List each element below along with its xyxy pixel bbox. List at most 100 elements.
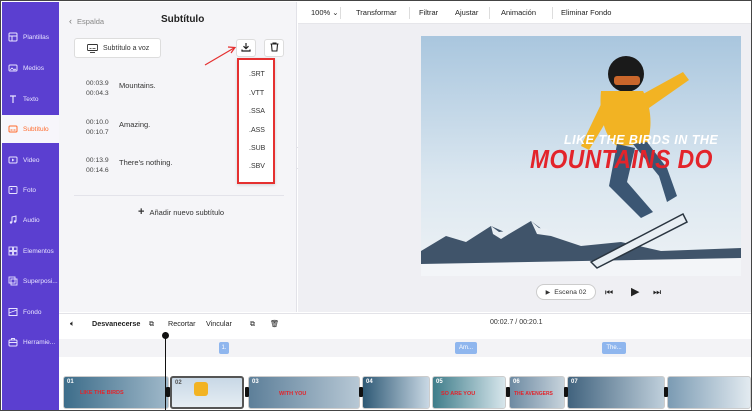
subtitle-time: 00:10.0 00:10.7 — [86, 118, 109, 138]
sidebar-item-label: Plantillas — [23, 33, 50, 41]
clip-thumbnail[interactable] — [667, 376, 751, 409]
next-icon[interactable]: ⏭ — [653, 287, 661, 298]
format-option-ass[interactable]: .ASS — [249, 127, 265, 134]
sidebar-item-background[interactable]: Fondo — [2, 298, 59, 326]
clip-thumbnail[interactable]: 03 WITH YOU — [248, 376, 360, 409]
subtitle-end: 00:10.7 — [86, 129, 109, 136]
sidebar: Plantillas Medios Texto Subtítulo Video … — [2, 2, 59, 410]
sidebar-item-audio[interactable]: Audio — [2, 206, 59, 234]
clip-number: 06 — [513, 379, 520, 385]
subtitle-text[interactable]: There's nothing. — [119, 158, 173, 167]
format-option-sub[interactable]: .SUB — [249, 145, 265, 152]
duplicate-icon[interactable]: ⧉ — [250, 319, 255, 329]
panel-title: Subtítulo — [161, 14, 205, 25]
clip-caption: LIKE THE BIRDS — [80, 390, 124, 396]
crop-button[interactable]: Recortar — [168, 319, 196, 328]
sidebar-item-video[interactable]: Video — [2, 146, 59, 174]
previous-icon[interactable]: ⏮ — [605, 287, 613, 298]
subtitle-to-voice-button[interactable]: Subtítulo a voz — [74, 38, 161, 58]
format-option-ssa[interactable]: .SSA — [249, 108, 265, 115]
divider — [489, 7, 490, 19]
subtitle-end: 00:04.3 — [86, 90, 109, 97]
clip-caption: THE AVENGERS — [514, 391, 553, 397]
sidebar-item-media[interactable]: Medios — [2, 54, 59, 82]
annotation-arrow — [204, 46, 237, 66]
subtitle-row[interactable]: 00:03.9 00:04.3 Mountains. — [86, 79, 216, 101]
clip-thumbnail[interactable]: 06 THE AVENGERS — [509, 376, 565, 409]
clip-thumbnail[interactable]: 07 — [567, 376, 665, 409]
divider — [340, 7, 341, 19]
format-option-vtt[interactable]: .VTT — [249, 90, 264, 97]
play-small-icon: ▶ — [545, 289, 551, 296]
transition-marker[interactable] — [664, 387, 668, 397]
filter-button[interactable]: Filtrar — [419, 8, 438, 17]
chevron-left-icon: ‹ — [69, 16, 72, 26]
sidebar-item-elements[interactable]: Elementos — [2, 237, 59, 265]
clip-caption: WITH YOU — [279, 391, 307, 397]
animation-button[interactable]: Animación — [501, 8, 536, 17]
transform-button[interactable]: Transformar — [356, 8, 397, 17]
adjust-button[interactable]: Ajustar — [455, 8, 478, 17]
subtitle-row[interactable]: 00:13.9 00:14.6 There's nothing. — [86, 156, 216, 178]
play-icon[interactable]: ▶ — [631, 285, 639, 298]
remove-background-button[interactable]: Eliminar Fondo — [561, 8, 611, 17]
subtitle-icon — [8, 124, 18, 134]
sidebar-item-overlay[interactable]: Superposi... — [2, 267, 59, 295]
overlay-icon — [8, 276, 18, 286]
subtitle-start: 00:10.0 — [86, 119, 109, 126]
back-link[interactable]: ‹ Espalda — [69, 16, 104, 26]
download-icon — [241, 42, 251, 54]
sidebar-item-templates[interactable]: Plantillas — [2, 23, 59, 51]
transition-marker[interactable] — [245, 387, 249, 397]
playhead[interactable] — [165, 332, 166, 410]
delete-button[interactable] — [264, 39, 284, 57]
zoom-select[interactable]: 100% ⌄ — [311, 8, 339, 17]
subtitle-chip[interactable]: 1. — [219, 342, 229, 354]
divider — [552, 7, 553, 19]
video-preview[interactable]: LIKE THE BIRDS IN THE MOUNTAINS DO — [421, 36, 741, 276]
subtitle-text[interactable]: Amazing. — [119, 120, 150, 129]
clip-number: 07 — [571, 379, 578, 385]
clip-thumbnail[interactable]: 05 SO ARE YOU — [432, 376, 506, 409]
divider — [74, 195, 284, 196]
subtitle-time: 00:13.9 00:14.6 — [86, 156, 109, 176]
back-label: Espalda — [77, 16, 105, 26]
sidebar-item-label: Elementos — [23, 247, 54, 255]
scene-button[interactable]: ▶ Escena 02 — [536, 284, 596, 300]
clip-thumbnail[interactable]: 04 — [362, 376, 430, 409]
subtitle-start: 00:03.9 — [86, 80, 109, 87]
clip-thumbnail-selected[interactable]: 02 — [170, 376, 244, 409]
trash-icon[interactable]: 🗑︎ — [270, 319, 279, 328]
sidebar-item-label: Herramie... — [23, 338, 56, 346]
subtitle-row[interactable]: 00:10.0 00:10.7 Amazing. — [86, 118, 216, 140]
download-button[interactable] — [236, 39, 256, 57]
sidebar-item-text[interactable]: Texto — [2, 85, 59, 113]
subtitle-chip[interactable]: The... — [602, 342, 626, 354]
sidebar-item-subtitle[interactable]: Subtítulo — [2, 115, 59, 143]
subtitle-text[interactable]: Mountains. — [119, 81, 156, 90]
plus-icon: + — [138, 206, 145, 218]
timeline: 1. Am... The... 01 LIKE THE BIRDS 02 03 … — [59, 332, 751, 410]
add-subtitle-button[interactable]: + Añadir nuevo subtítulo — [138, 206, 224, 218]
transition-marker[interactable] — [506, 387, 510, 397]
clip-number: 02 — [175, 380, 182, 386]
subtitle-start: 00:13.9 — [86, 157, 109, 164]
fade-button[interactable]: Desvanecerse — [92, 319, 140, 328]
format-option-srt[interactable]: .SRT — [249, 71, 265, 78]
format-option-sbv[interactable]: .SBV — [249, 163, 265, 170]
crop-icon[interactable]: ⧉ — [149, 319, 154, 329]
transition-marker[interactable] — [564, 387, 568, 397]
playhead-handle[interactable] — [162, 332, 169, 339]
transition-marker[interactable] — [359, 387, 363, 397]
transition-marker[interactable] — [166, 387, 170, 397]
clip-number: 01 — [67, 379, 74, 385]
volume-icon[interactable]: 🔈︎ — [70, 319, 75, 329]
audio-icon — [8, 215, 18, 225]
sidebar-item-label: Subtítulo — [23, 125, 49, 133]
subtitle-chip[interactable]: Am... — [455, 342, 477, 354]
timecode: 00:02.7 / 00:20.1 — [490, 319, 543, 326]
clip-thumbnail[interactable]: 01 LIKE THE BIRDS — [63, 376, 169, 409]
link-button[interactable]: Vincular — [206, 319, 232, 328]
sidebar-item-tools[interactable]: Herramie... — [2, 328, 59, 356]
sidebar-item-photo[interactable]: Foto — [2, 176, 59, 204]
